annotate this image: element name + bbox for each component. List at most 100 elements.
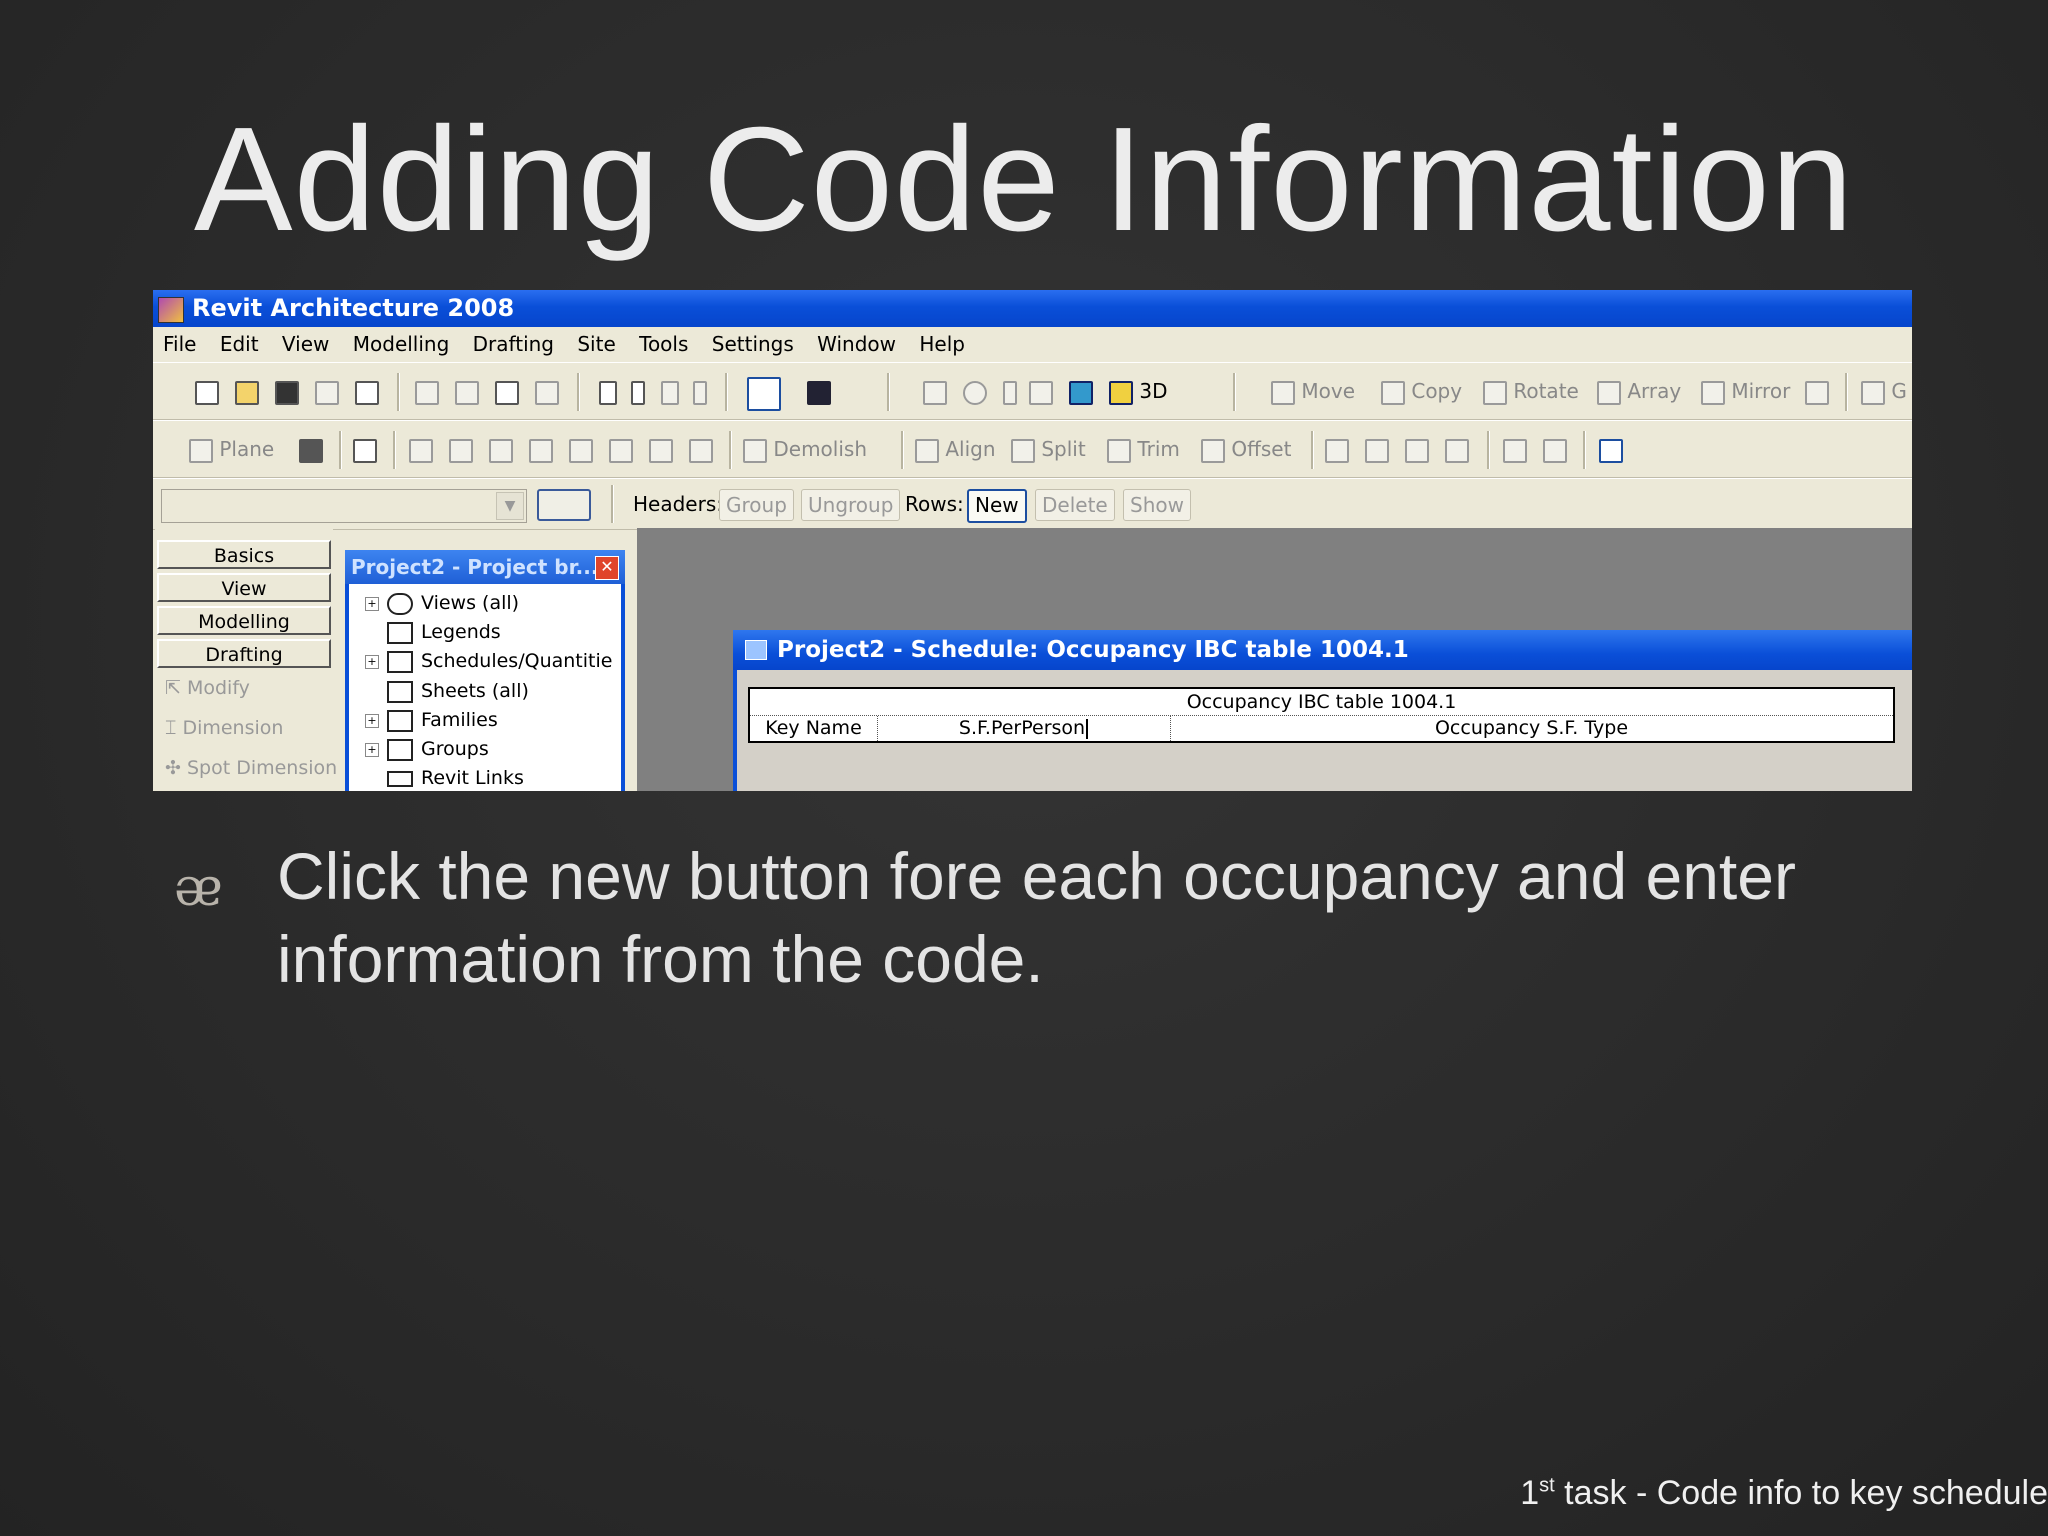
standard-toolbar: 3D Move Copy Rotate Array Mirror G — [153, 362, 1912, 420]
type-selector-combo[interactable]: ▼ — [161, 489, 527, 523]
resize-icon[interactable] — [1805, 377, 1829, 405]
tab-modelling[interactable]: Modelling — [157, 606, 331, 635]
menu-file[interactable]: File — [163, 332, 196, 356]
menu-modelling[interactable]: Modelling — [353, 332, 450, 356]
mirror-icon — [1701, 380, 1725, 405]
menu-edit[interactable]: Edit — [220, 332, 259, 356]
menu-site[interactable]: Site — [577, 332, 615, 356]
delete-icon[interactable] — [535, 377, 559, 405]
redo-icon[interactable] — [661, 377, 679, 405]
modify-tool[interactable]: ⇱ Modify — [165, 677, 250, 699]
plane-tool[interactable]: Plane — [189, 435, 274, 463]
menu-settings[interactable]: Settings — [712, 332, 794, 356]
tree-item-legends[interactable]: Legends — [365, 621, 501, 644]
save-icon[interactable] — [275, 377, 299, 405]
menu-help[interactable]: Help — [919, 332, 965, 356]
undo-icon[interactable] — [599, 377, 617, 405]
cut-icon[interactable] — [415, 377, 439, 405]
menu-tools[interactable]: Tools — [639, 332, 688, 356]
paste-icon[interactable] — [495, 377, 519, 405]
spot-dimension-tool[interactable]: ✣ Spot Dimension — [165, 757, 337, 779]
join-geometry-icon[interactable] — [529, 435, 553, 463]
new-file-icon[interactable] — [195, 377, 219, 405]
menu-drafting[interactable]: Drafting — [473, 332, 554, 356]
unjoin-geometry-icon[interactable] — [569, 435, 593, 463]
column-header-occupancy-sf-type[interactable]: Occupancy S.F. Type — [1170, 716, 1893, 741]
cut-geometry-icon[interactable] — [689, 435, 713, 463]
help-pointer-icon[interactable] — [807, 377, 831, 405]
trim-tool[interactable]: Trim — [1107, 435, 1180, 463]
group-create-icon[interactable] — [1325, 435, 1349, 463]
move-tool[interactable]: Move — [1271, 377, 1355, 405]
group-edit-icon[interactable] — [1365, 435, 1389, 463]
column-header-sf-per-person[interactable]: S.F.PerPerson — [877, 716, 1171, 741]
show-row-button[interactable]: Show — [1123, 489, 1191, 521]
slide-title: Adding Code Information — [193, 97, 1855, 262]
tree-item-groups[interactable]: + Groups — [365, 738, 489, 761]
copy-icon[interactable] — [455, 377, 479, 405]
schedule-window-icon — [745, 640, 767, 660]
group-link-icon[interactable] — [1445, 435, 1469, 463]
open-folder-icon[interactable] — [235, 377, 259, 405]
zoom-dropdown-icon[interactable] — [1003, 377, 1017, 405]
split-face-icon[interactable] — [649, 435, 673, 463]
array-icon — [1597, 380, 1621, 405]
move-icon — [1271, 380, 1295, 405]
split-tool[interactable]: Split — [1011, 435, 1086, 463]
ungroup-headers-button[interactable]: Ungroup — [801, 489, 901, 521]
zoom-icon[interactable] — [963, 377, 987, 405]
tree-item-families[interactable]: + Families — [365, 709, 498, 732]
tree-item-schedules[interactable]: + Schedules/Quantitie — [365, 650, 612, 673]
groups-icon — [387, 738, 413, 761]
match-type-icon[interactable] — [449, 435, 473, 463]
trim-icon — [1107, 438, 1131, 463]
tree-item-views[interactable]: + Views (all) — [365, 592, 519, 615]
tab-view[interactable]: View — [157, 573, 331, 602]
thin-lines-icon[interactable] — [1029, 377, 1053, 405]
default-3d-view-icon[interactable] — [1069, 377, 1093, 405]
align-tool[interactable]: Align — [915, 435, 996, 463]
project-browser-title: Project2 - Project br... — [351, 555, 599, 579]
array-tool[interactable]: Array — [1597, 377, 1681, 405]
visibility-icon[interactable] — [923, 377, 947, 405]
element-properties-button[interactable] — [537, 489, 591, 521]
column-header-key-name[interactable]: Key Name — [750, 716, 878, 741]
tab-drafting[interactable]: Drafting — [157, 639, 331, 668]
chevron-down-icon[interactable]: ▼ — [496, 492, 524, 520]
print-icon[interactable] — [355, 377, 379, 405]
tree-item-revit-links[interactable]: Revit Links — [365, 767, 524, 789]
mirror-tool[interactable]: Mirror — [1701, 377, 1790, 405]
tree-item-sheets[interactable]: Sheets (all) — [365, 680, 529, 703]
offset-tool[interactable]: Offset — [1201, 435, 1291, 463]
project-browser-toggle-icon[interactable] — [747, 377, 781, 411]
undo-dropdown-icon[interactable] — [631, 377, 645, 405]
new-row-button[interactable]: New — [967, 489, 1027, 523]
schedule-properties-icon[interactable] — [1599, 435, 1623, 463]
detail-group-icon[interactable] — [299, 435, 323, 463]
menu-window[interactable]: Window — [817, 332, 896, 356]
pick-new-host-icon[interactable] — [1543, 435, 1567, 463]
rotate-tool[interactable]: Rotate — [1483, 377, 1579, 405]
group-load-icon[interactable] — [1405, 435, 1429, 463]
view-3d-icon[interactable]: 3D — [1109, 377, 1167, 405]
spelling-check-icon[interactable] — [353, 435, 377, 463]
redo-dropdown-icon[interactable] — [693, 377, 707, 405]
copy-tool-icon — [1381, 380, 1405, 405]
create-similar-icon[interactable] — [1503, 435, 1527, 463]
copy-tool[interactable]: Copy — [1381, 377, 1462, 405]
group-tool[interactable]: G — [1861, 377, 1907, 405]
close-icon[interactable]: ✕ — [595, 556, 619, 580]
rotate-icon — [1483, 380, 1507, 405]
families-icon — [387, 709, 413, 732]
group-headers-button[interactable]: Group — [719, 489, 794, 521]
dimension-tool[interactable]: ⌶ Dimension — [165, 717, 283, 739]
tab-basics[interactable]: Basics — [157, 540, 331, 569]
revit-app-icon — [158, 297, 184, 323]
delete-row-button[interactable]: Delete — [1035, 489, 1115, 521]
dimension-tool-icon[interactable] — [409, 435, 433, 463]
menu-view[interactable]: View — [282, 332, 329, 356]
copy-monitor-icon[interactable] — [489, 435, 513, 463]
paint-icon[interactable] — [609, 435, 633, 463]
save-all-icon[interactable] — [315, 377, 339, 405]
demolish-tool[interactable]: Demolish — [743, 435, 867, 463]
